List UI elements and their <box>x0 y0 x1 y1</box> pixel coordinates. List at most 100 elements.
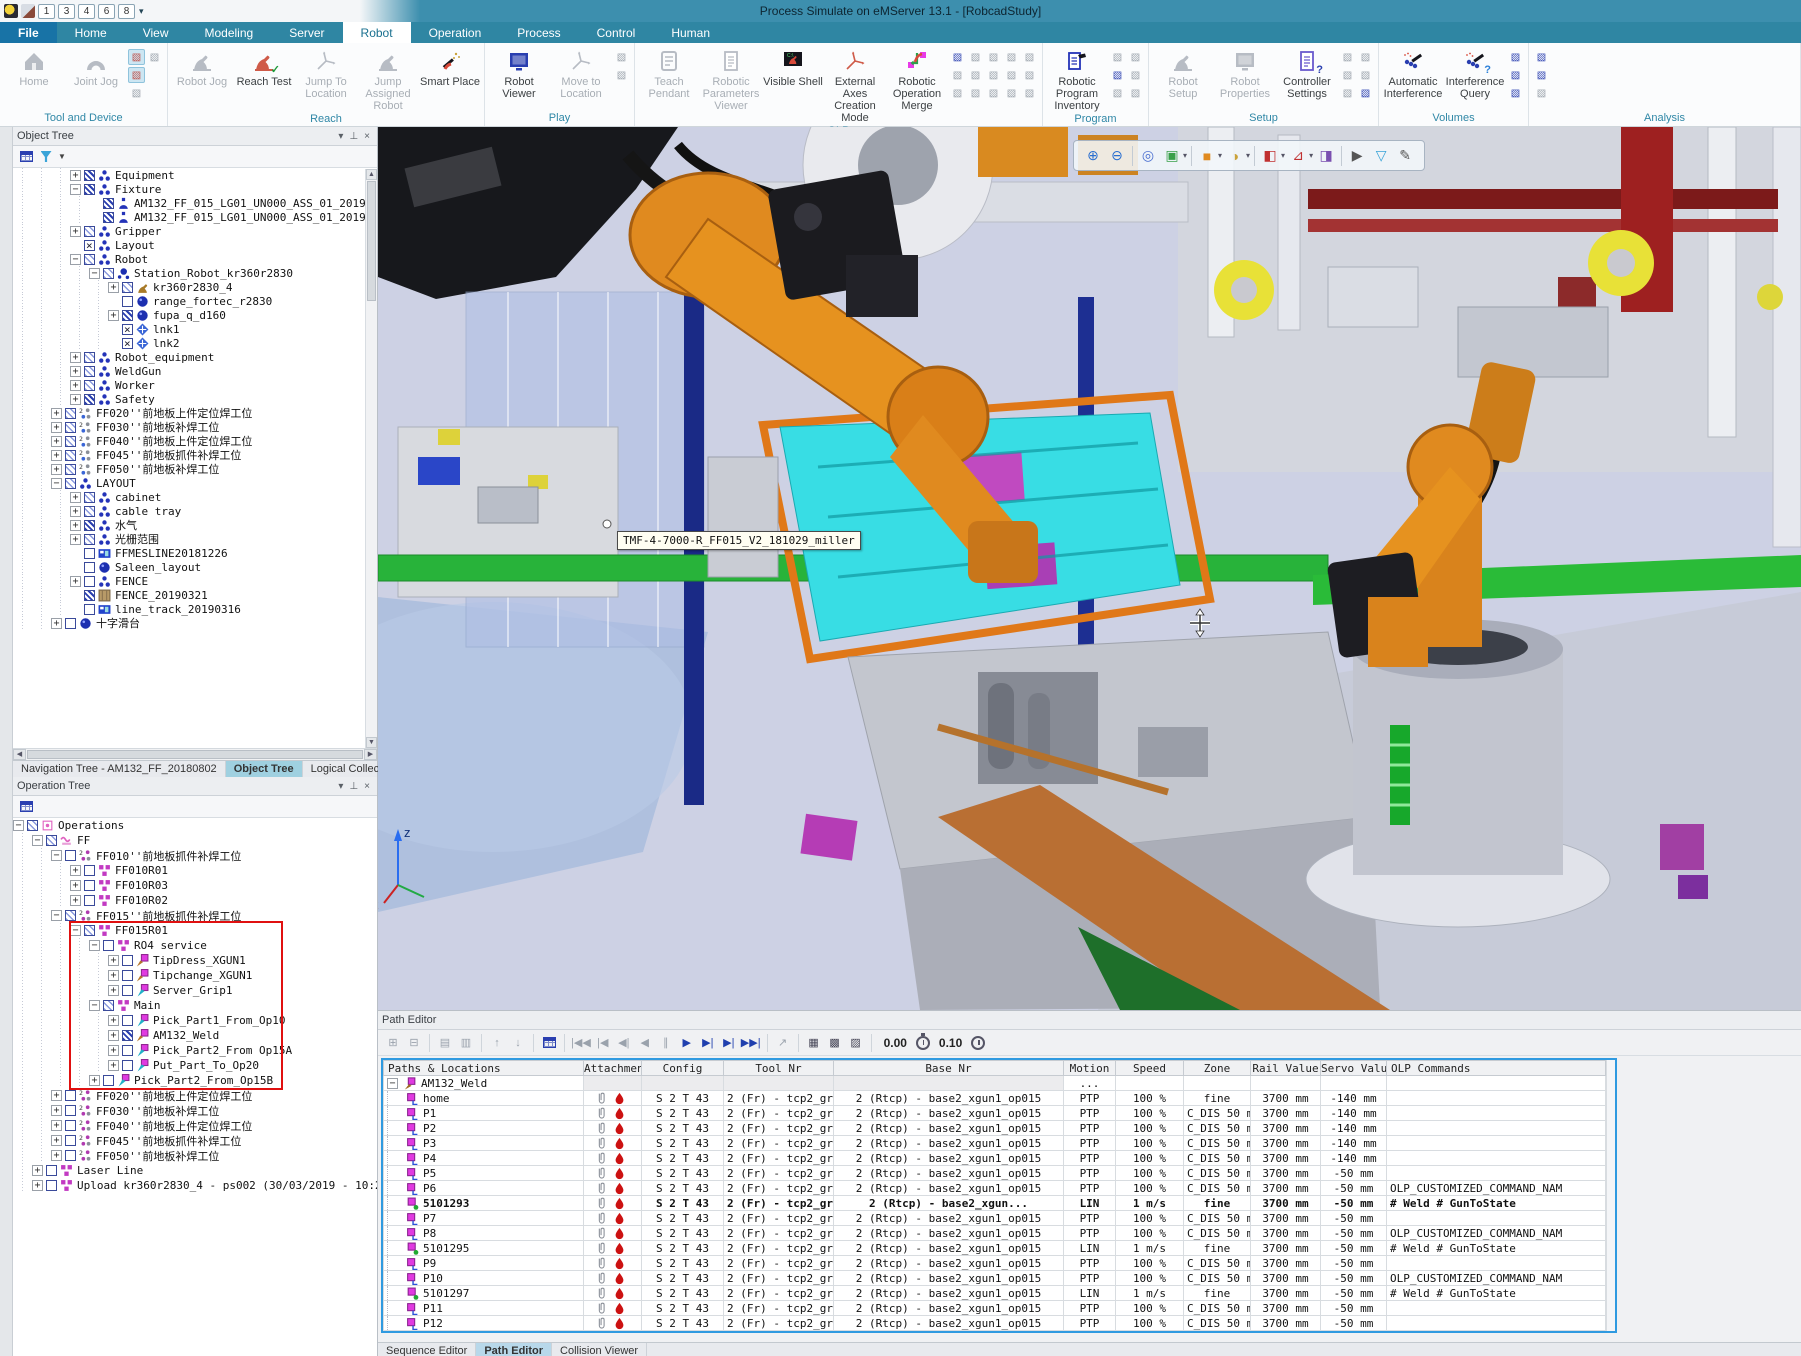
column-header-paths-locations[interactable]: Paths & Locations <box>384 1061 584 1076</box>
visibility-checkbox[interactable] <box>27 820 38 831</box>
jump-assigned-robot-button[interactable]: Jump Assigned Robot <box>358 45 418 112</box>
quick-launch-icon[interactable] <box>4 4 18 18</box>
pedestal-gun-icon[interactable]: ▧ <box>967 49 984 65</box>
tree-item-_[interactable]: +光栅范围 <box>13 532 377 546</box>
ribbon-tab-file[interactable]: File <box>0 22 57 43</box>
tree-item-cable_tray[interactable]: +cable tray <box>13 504 377 518</box>
path-table-vscrollbar[interactable] <box>1606 1060 1615 1331</box>
color-picker-icon[interactable]: ◑ <box>1224 145 1246 167</box>
visibility-checkbox[interactable] <box>84 895 95 906</box>
tree-item-_[interactable]: +水气 <box>13 518 377 532</box>
visibility-checkbox[interactable] <box>122 1015 133 1026</box>
column-header-config[interactable]: Config <box>642 1061 724 1076</box>
tree-item-Pick_Part1_From_Op10[interactable]: +Pick_Part1_From_Op10 <box>13 1013 377 1028</box>
object-tree-vscrollbar[interactable]: ▲ ▼ <box>365 169 377 748</box>
3d-viewport[interactable]: z x ⊕⊖◎▣▾■▾◑▾◧▾⊿▾◨▶▽✎ TMF-4-7000-R_FF015… <box>378 127 1801 1010</box>
robot-frames-icon[interactable]: ▧ <box>128 49 145 65</box>
expander-icon[interactable]: + <box>70 520 81 531</box>
expander-icon[interactable]: + <box>51 1105 62 1116</box>
scroll-up-icon[interactable]: ▲ <box>366 169 377 180</box>
tree-item-FF015R01[interactable]: −FF015R01 <box>13 923 377 938</box>
expander-icon[interactable]: − <box>51 850 62 861</box>
visibility-checkbox[interactable] <box>84 604 95 615</box>
column-header-motion[interactable]: Motion <box>1064 1061 1116 1076</box>
tree-item-Layout[interactable]: Layout <box>13 238 377 252</box>
copy-program-icon[interactable]: ▧ <box>1127 67 1144 83</box>
measure-icon[interactable]: ⊿ <box>1287 145 1309 167</box>
tree-item-Safety[interactable]: +Safety <box>13 392 377 406</box>
tree-item-FF010R01[interactable]: +FF010R01 <box>13 863 377 878</box>
tree-item-_[interactable]: +十字滑台 <box>13 616 377 630</box>
visible-shell-button[interactable]: Visible Shell <box>763 45 823 88</box>
close-icon[interactable]: × <box>361 781 373 792</box>
column-header-zone[interactable]: Zone <box>1184 1061 1251 1076</box>
ribbon-tab-human[interactable]: Human <box>653 22 728 43</box>
expander-icon[interactable]: + <box>70 576 81 587</box>
visibility-checkbox[interactable] <box>84 506 95 517</box>
visibility-checkbox[interactable] <box>65 618 76 629</box>
visibility-checkbox[interactable] <box>84 534 95 545</box>
robot-viewer-button[interactable]: Robot Viewer <box>489 45 549 100</box>
column-header-rail-value[interactable]: Rail Value <box>1251 1061 1321 1076</box>
download-program-icon[interactable]: ▧ <box>1109 67 1126 83</box>
edit-locations-icon[interactable]: ▦ <box>805 1033 823 1053</box>
tree-item-FF045_[interactable]: +FF045''前地板抓件补焊工位 <box>13 448 377 462</box>
delete-doc-icon[interactable]: ▧ <box>949 85 966 101</box>
visibility-checkbox[interactable] <box>65 1150 76 1161</box>
play-icon[interactable]: ▶ <box>678 1033 696 1053</box>
remove-location-icon[interactable]: ⊟ <box>405 1033 423 1053</box>
path-row-P6[interactable]: P6S 2 T 432 (Fr) - tcp2_grip12 (Rtcp) - … <box>384 1181 1606 1196</box>
expander-icon[interactable]: + <box>32 1180 43 1191</box>
tree-item-FF015_[interactable]: −FF015''前地板抓件补焊工位 <box>13 908 377 923</box>
visibility-checkbox[interactable] <box>65 910 76 921</box>
expander-icon[interactable]: + <box>51 436 62 447</box>
visibility-checkbox[interactable] <box>103 940 114 951</box>
tree-item-Put_Part_To_Op20[interactable]: +Put_Part_To_Op20 <box>13 1058 377 1073</box>
tree-item-AM132_FF_015_LG01_UN000_ASS_01_20190218_1[interactable]: AM132_FF_015_LG01_UN000_ASS_01_20190218_… <box>13 210 377 224</box>
tree-item-Station_Robot_kr360r2830[interactable]: −Station_Robot_kr360r2830 <box>13 266 377 280</box>
ring-icon[interactable]: ▧ <box>1339 67 1356 83</box>
tree-item-Pick_Part2_From_Op15B[interactable]: +Pick_Part2_From_Op15B <box>13 1073 377 1088</box>
copy-location-icon[interactable]: ▥ <box>457 1033 475 1053</box>
zoom-out-icon[interactable]: ⊖ <box>1106 145 1128 167</box>
robot-jog-small-icon[interactable]: ▧ <box>949 67 966 83</box>
tree-item-FF050_[interactable]: +FF050''前地板补焊工位 <box>13 462 377 476</box>
expander-icon[interactable]: + <box>108 282 119 293</box>
table-settings-icon[interactable]: ▩ <box>826 1033 844 1053</box>
smart-place-button[interactable]: Smart Place <box>420 45 480 88</box>
scroll-down-icon[interactable]: ▼ <box>366 737 377 748</box>
move-up-icon[interactable]: ↑ <box>488 1033 506 1053</box>
column-header-speed[interactable]: Speed <box>1116 1061 1184 1076</box>
ribbon-tab-operation[interactable]: Operation <box>411 22 500 43</box>
object-tree-hscrollbar[interactable]: ◀ ▶ <box>13 748 377 760</box>
path-row-home[interactable]: homeS 2 T 432 (Fr) - tcp2_grip12 (Rtcp) … <box>384 1091 1606 1106</box>
expander-icon[interactable]: − <box>32 835 43 846</box>
teach-doc-icon[interactable]: ▧ <box>949 49 966 65</box>
cut-location-icon[interactable]: ▤ <box>436 1033 454 1053</box>
tree-item-FF030_[interactable]: +FF030''前地板补焊工位 <box>13 420 377 434</box>
visibility-checkbox[interactable] <box>122 310 133 321</box>
expander-icon[interactable]: + <box>108 1060 119 1071</box>
external-axes-creation-mode-button[interactable]: External Axes Creation Mode <box>825 45 885 124</box>
tree-item-FENCE_20190321[interactable]: FENCE_20190321 <box>13 588 377 602</box>
robotic-program-inventory-button[interactable]: Robotic Program Inventory <box>1047 45 1107 112</box>
robot-poses-icon[interactable]: ▧ <box>128 67 145 83</box>
tree-item-Laser_Line[interactable]: +Laser Line <box>13 1163 377 1178</box>
tree-item-FF045_[interactable]: +FF045''前地板抓件补焊工位 <box>13 1133 377 1148</box>
gun-tilt-icon[interactable]: ▧ <box>967 67 984 83</box>
teach-pendant-button[interactable]: Teach Pendant <box>639 45 699 100</box>
tree-item-Tipchange_XGUN1[interactable]: +Tipchange_XGUN1 <box>13 968 377 983</box>
expander-icon[interactable]: − <box>89 268 100 279</box>
ribbon-tab-view[interactable]: View <box>125 22 187 43</box>
visibility-checkbox[interactable] <box>84 184 95 195</box>
view-preset-3-button[interactable]: 3 <box>58 4 75 19</box>
visibility-checkbox[interactable] <box>65 422 76 433</box>
tree-item-FF040_[interactable]: +FF040''前地板上件定位焊工位 <box>13 1118 377 1133</box>
visibility-checkbox[interactable] <box>84 254 95 265</box>
expander-icon[interactable]: + <box>51 464 62 475</box>
visibility-checkbox[interactable] <box>84 590 95 601</box>
path-row-5101297[interactable]: 5101297S 2 T 432 (Fr) - tcp2_grip12 (Rtc… <box>384 1286 1606 1301</box>
path-row-P12[interactable]: P12S 2 T 432 (Fr) - tcp2_grip12 (Rtcp) -… <box>384 1316 1606 1331</box>
tree-columns-icon[interactable] <box>18 799 34 814</box>
visibility-checkbox[interactable] <box>84 380 95 391</box>
